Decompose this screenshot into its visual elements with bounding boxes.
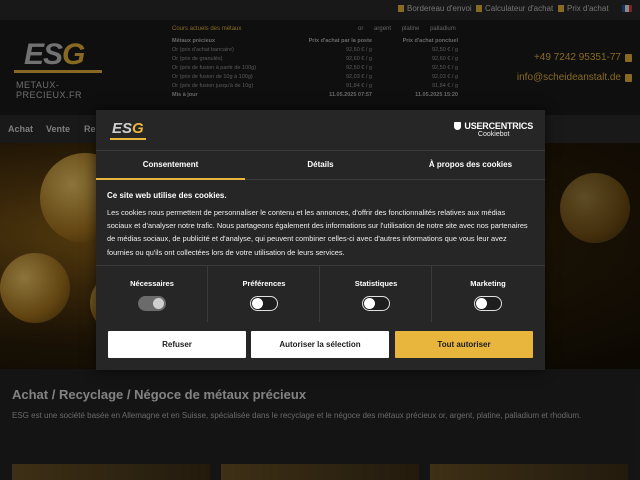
consent-toggles: Nécessaires Préférences Statistiques Mar… <box>96 265 545 322</box>
dialog-title: Ce site web utilise des cookies. <box>107 191 227 200</box>
toggle-group-marketing: Marketing <box>432 266 545 322</box>
toggle-knob <box>153 298 164 309</box>
preferences-toggle[interactable] <box>250 296 278 311</box>
dialog-logo-underline <box>110 138 146 140</box>
dialog-logo-accent: G <box>132 120 144 137</box>
tab-about-cookies[interactable]: À propos des cookies <box>396 151 545 180</box>
toggle-knob <box>364 298 375 309</box>
dialog-logo-main: ES <box>112 120 133 137</box>
dialog-tabs: Consentement Détails À propos des cookie… <box>96 150 545 180</box>
dialog-logo-wordmark: ESG <box>112 120 144 137</box>
toggle-knob <box>476 298 487 309</box>
brand-usercentrics: USERCENTRICS <box>464 121 533 131</box>
tab-details[interactable]: Détails <box>246 151 395 180</box>
toggle-group-preferences: Préférences <box>208 266 320 322</box>
toggle-group-statistics: Statistiques <box>320 266 432 322</box>
tab-consentement[interactable]: Consentement <box>96 151 245 180</box>
toggle-label-necessary: Nécessaires <box>130 279 174 288</box>
brand-top-row: USERCENTRICS <box>454 121 533 131</box>
necessary-toggle <box>138 296 166 311</box>
toggle-group-necessary: Nécessaires <box>96 266 208 322</box>
brand-cookiebot: Cookiebot <box>477 131 510 138</box>
shield-icon <box>454 122 462 130</box>
statistics-toggle[interactable] <box>362 296 390 311</box>
refuse-button[interactable]: Refuser <box>108 331 246 358</box>
toggle-label-statistics: Statistiques <box>354 279 398 288</box>
cookiebot-brand[interactable]: USERCENTRICS Cookiebot <box>454 121 533 138</box>
allow-all-button[interactable]: Tout autoriser <box>395 331 533 358</box>
toggle-label-marketing: Marketing <box>470 279 506 288</box>
cookie-consent-dialog: ESG USERCENTRICS Cookiebot Consentement … <box>96 110 545 370</box>
dialog-body-text: Les cookies nous permettent de personnal… <box>107 208 528 257</box>
toggle-knob <box>252 298 263 309</box>
dialog-logo: ESG <box>110 120 150 146</box>
marketing-toggle[interactable] <box>474 296 502 311</box>
toggle-label-preferences: Préférences <box>242 279 286 288</box>
allow-selection-button[interactable]: Autoriser la sélection <box>251 331 389 358</box>
